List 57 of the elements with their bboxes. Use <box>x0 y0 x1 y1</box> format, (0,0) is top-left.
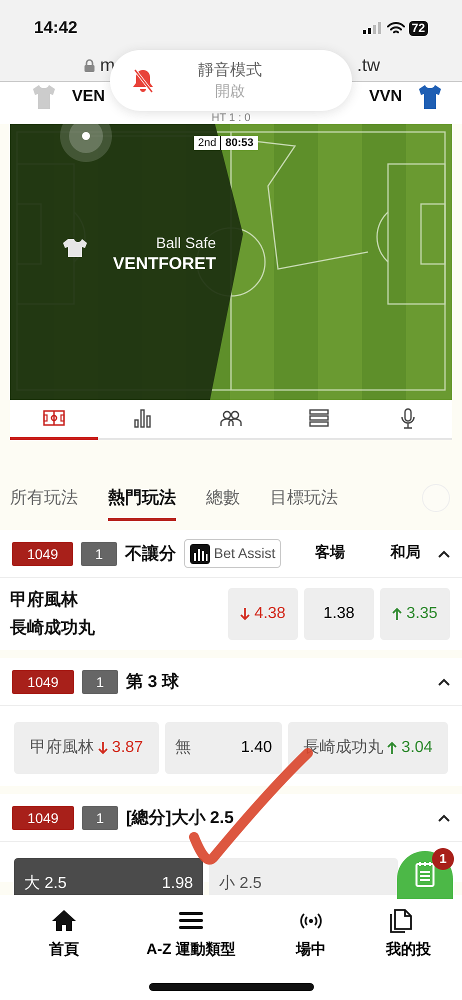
wifi-icon <box>386 22 405 34</box>
market-tab[interactable]: 目標玩法 <box>270 484 338 522</box>
signal-icon <box>362 22 383 34</box>
match-clock: 80:53 <box>225 136 254 150</box>
arrow-down-icon <box>240 607 250 621</box>
count-badge: 1 <box>81 542 117 566</box>
team-name: VVN <box>369 87 402 107</box>
column-header: 客場 <box>314 543 346 564</box>
chevron-up-icon <box>438 550 450 558</box>
bet-assist-button[interactable]: Bet Assist <box>184 539 282 568</box>
notepad-icon <box>415 861 435 887</box>
battery-indicator: 72 <box>408 20 428 36</box>
market-title: 第 3 球 <box>126 670 179 693</box>
column-header: 和局 <box>389 543 422 564</box>
count-badge: 1 <box>82 806 118 830</box>
muted-bell-icon <box>132 68 154 94</box>
bar-chart-icon <box>190 544 210 564</box>
event-badge: 1049 <box>12 806 74 830</box>
jersey-icon <box>418 84 442 110</box>
odds-button[interactable]: 3.35 <box>380 588 450 640</box>
market-title: 不讓分 <box>124 542 176 565</box>
team-name: 長崎成功丸 <box>10 617 95 639</box>
odds-button[interactable]: 長崎成功丸 3.04 <box>288 722 448 774</box>
pitch-icon <box>43 408 66 429</box>
market-title: [總分]大小 2.5 <box>126 806 234 829</box>
count-badge: 1 <box>82 670 118 694</box>
clock-time: 14:42 <box>34 17 78 40</box>
team-name: VENTFORET <box>112 253 216 275</box>
odds-button[interactable]: 1.38 <box>304 588 374 640</box>
collapse-button[interactable] <box>438 678 450 686</box>
match-period: 2nd <box>198 136 216 150</box>
chevron-up-icon <box>438 678 450 686</box>
team-name: 甲府風林 <box>10 589 79 611</box>
odds-button[interactable]: 4.38 <box>228 588 298 640</box>
toast-subtitle: 開啟 <box>214 82 246 102</box>
arrow-up-icon <box>392 607 402 621</box>
url-text[interactable]: .tw <box>356 52 380 79</box>
lock-icon <box>84 59 95 72</box>
market-tab[interactable]: 熱門玩法 <box>108 484 176 522</box>
list-icon <box>308 408 330 429</box>
jersey-icon <box>32 84 56 110</box>
ball-status: Ball Safe <box>154 235 216 253</box>
market-tab[interactable]: 總數 <box>206 484 240 522</box>
event-badge: 1049 <box>12 670 74 694</box>
score-text: HT 1 : 0 <box>212 112 250 124</box>
people-icon <box>220 408 242 429</box>
market-tab[interactable]: 所有玩法 <box>10 484 78 522</box>
odds-button[interactable]: 甲府風林 3.87 <box>14 722 159 774</box>
event-badge: 1049 <box>12 542 74 566</box>
collapse-button[interactable] <box>438 550 450 558</box>
collapse-button[interactable] <box>438 814 450 822</box>
toast-title: 靜音模式 <box>198 60 262 80</box>
team-name: VEN <box>72 87 105 107</box>
odds-button[interactable]: 無 1.40 <box>165 722 282 774</box>
arrow-down-icon <box>98 741 108 755</box>
chevron-up-icon <box>438 814 450 822</box>
arrow-up-icon <box>387 741 398 755</box>
